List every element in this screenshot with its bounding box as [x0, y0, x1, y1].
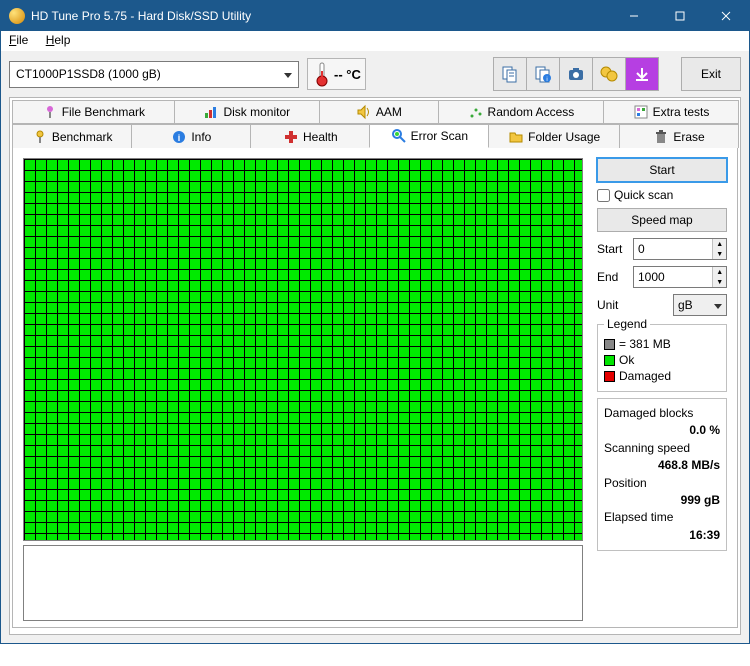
titlebar: HD Tune Pro 5.75 - Hard Disk/SSD Utility — [1, 1, 749, 31]
drive-select-value: CT1000P1SSD8 (1000 gB) — [16, 67, 161, 81]
svg-text:i: i — [546, 77, 547, 83]
app-window: HD Tune Pro 5.75 - Hard Disk/SSD Utility… — [0, 0, 750, 644]
tab-disk-monitor[interactable]: Disk monitor — [174, 100, 320, 124]
chevron-down-icon — [714, 298, 722, 312]
chevron-down-icon — [284, 67, 292, 81]
copy-text-button[interactable] — [493, 57, 527, 91]
tab-health[interactable]: Health — [250, 124, 370, 148]
tab-error-scan[interactable]: Error Scan — [369, 124, 489, 148]
end-label: End — [597, 270, 629, 284]
stats-panel: Damaged blocks 0.0 % Scanning speed 468.… — [597, 398, 727, 551]
unit-label: Unit — [597, 298, 629, 312]
log-output — [23, 545, 583, 621]
maximize-button[interactable] — [657, 1, 703, 31]
tab-body: Start Quick scan Speed map Start ▲▼ End — [12, 148, 738, 628]
tab-random-access[interactable]: Random Access — [438, 100, 604, 124]
scanning-speed-value: 468.8 MB/s — [604, 457, 720, 474]
end-input[interactable]: ▲▼ — [633, 266, 727, 288]
tab-info[interactable]: i Info — [131, 124, 251, 148]
svg-text:i: i — [178, 133, 181, 143]
legend-ok-icon — [604, 355, 615, 366]
legend-title: Legend — [604, 317, 650, 331]
spin-down-icon[interactable]: ▼ — [713, 277, 726, 287]
close-button[interactable] — [703, 1, 749, 31]
spin-up-icon[interactable]: ▲ — [713, 267, 726, 277]
toolbar: CT1000P1SSD8 (1000 gB) -- °C i — [1, 51, 749, 97]
tab-folder-usage[interactable]: Folder Usage — [488, 124, 620, 148]
copy-info-button[interactable]: i — [526, 57, 560, 91]
legend-damaged-icon — [604, 371, 615, 382]
elapsed-time-label: Elapsed time — [604, 509, 720, 526]
minimize-button[interactable] — [611, 1, 657, 31]
tab-erase[interactable]: Erase — [619, 124, 739, 148]
position-label: Position — [604, 475, 720, 492]
damaged-blocks-value: 0.0 % — [604, 422, 720, 439]
app-icon — [9, 8, 25, 24]
options-button[interactable] — [592, 57, 626, 91]
temperature-display: -- °C — [307, 58, 366, 90]
quick-scan-checkbox[interactable]: Quick scan — [597, 188, 727, 202]
damaged-blocks-label: Damaged blocks — [604, 405, 720, 422]
tab-benchmark[interactable]: Benchmark — [12, 124, 132, 148]
unit-select[interactable]: gB — [673, 294, 727, 316]
tab-container: File Benchmark Disk monitor AAM Random A… — [9, 97, 741, 635]
spin-down-icon[interactable]: ▼ — [713, 249, 726, 259]
elapsed-time-value: 16:39 — [604, 527, 720, 544]
side-panel: Start Quick scan Speed map Start ▲▼ End — [597, 158, 727, 621]
spin-up-icon[interactable]: ▲ — [713, 239, 726, 249]
drive-select[interactable]: CT1000P1SSD8 (1000 gB) — [9, 61, 299, 88]
scan-grid — [23, 158, 583, 541]
tab-aam[interactable]: AAM — [319, 100, 439, 124]
start-button[interactable]: Start — [597, 158, 727, 182]
position-value: 999 gB — [604, 492, 720, 509]
window-title: HD Tune Pro 5.75 - Hard Disk/SSD Utility — [31, 9, 611, 23]
screenshot-button[interactable] — [559, 57, 593, 91]
scanning-speed-label: Scanning speed — [604, 440, 720, 457]
menu-file[interactable]: File — [9, 33, 28, 47]
speed-map-button[interactable]: Speed map — [597, 208, 727, 232]
save-button[interactable] — [625, 57, 659, 91]
thermometer-icon — [312, 61, 332, 87]
legend-fieldset: Legend = 381 MB Ok Damaged — [597, 324, 727, 392]
exit-button[interactable]: Exit — [681, 57, 741, 91]
menubar: File Help — [1, 31, 749, 51]
tab-extra-tests[interactable]: Extra tests — [603, 100, 739, 124]
legend-block-icon — [604, 339, 615, 350]
tab-file-benchmark[interactable]: File Benchmark — [12, 100, 175, 124]
temperature-value: -- °C — [334, 67, 361, 82]
start-input[interactable]: ▲▼ — [633, 238, 727, 260]
menu-help[interactable]: Help — [46, 33, 71, 47]
start-label: Start — [597, 242, 629, 256]
